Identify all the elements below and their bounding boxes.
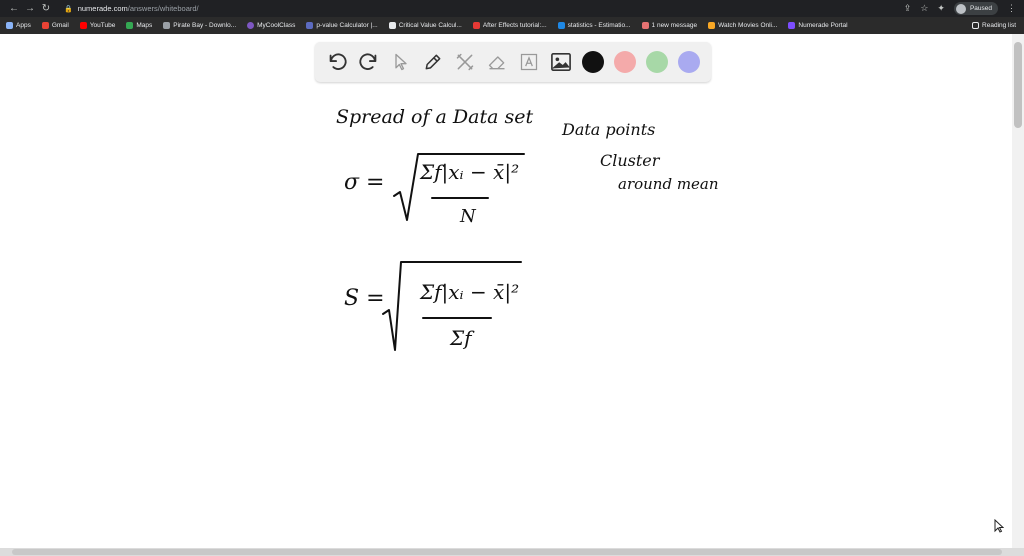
note-around-mean: around mean xyxy=(618,175,719,193)
url-path: /answers/whiteboard/ xyxy=(127,4,199,13)
heading-text: Spread of a Data set xyxy=(336,106,534,128)
horizontal-scrollbar[interactable] xyxy=(0,548,1024,556)
page-icon xyxy=(388,22,396,29)
vertical-scrollbar[interactable] xyxy=(1012,34,1024,548)
stackexchange-icon xyxy=(557,22,565,29)
vertical-scroll-thumb[interactable] xyxy=(1014,42,1022,128)
lock-icon: 🔒 xyxy=(64,5,73,13)
after-effects-icon xyxy=(472,22,480,29)
bookmark-mycoolclass[interactable]: MyCoolClass xyxy=(247,22,295,29)
formula1-lhs: σ = xyxy=(344,170,385,195)
formula2-denominator: Σf xyxy=(450,326,472,350)
menu-icon[interactable]: ⋮ xyxy=(1007,3,1016,14)
message-icon xyxy=(641,22,649,29)
profile-button[interactable]: Paused xyxy=(953,2,998,15)
maps-icon xyxy=(126,22,134,29)
numerade-icon xyxy=(788,22,796,29)
movies-icon xyxy=(708,22,716,29)
formula1-denominator: N xyxy=(460,206,476,227)
pointer-icon xyxy=(395,53,407,71)
note-data-points: Data points xyxy=(562,120,656,139)
mouse-cursor-icon xyxy=(994,519,1004,533)
pointer-button[interactable] xyxy=(388,49,414,75)
tools-icon xyxy=(456,53,474,71)
profile-status: Paused xyxy=(969,5,992,12)
bookmarks-bar: Apps Gmail YouTube Maps Pirate Bay - Dow… xyxy=(0,17,1024,34)
tools-button[interactable] xyxy=(452,49,478,75)
bookmark-apps[interactable]: Apps xyxy=(6,22,31,29)
reading-list-icon xyxy=(972,22,980,29)
pen-icon xyxy=(425,54,441,70)
color-swatch-purple xyxy=(678,51,700,73)
bookmark-numerade-portal[interactable]: Numerade Portal xyxy=(788,22,848,29)
share-icon[interactable]: ⇪ xyxy=(904,3,912,14)
eraser-button[interactable] xyxy=(484,49,510,75)
horizontal-scroll-thumb[interactable] xyxy=(12,549,1002,555)
bookmark-new-message[interactable]: 1 new message xyxy=(641,22,697,29)
image-icon xyxy=(551,53,571,71)
color-swatch-pink xyxy=(614,51,636,73)
redo-icon xyxy=(359,53,377,70)
youtube-icon xyxy=(79,22,87,29)
bookmark-statistics[interactable]: statistics - Estimatio... xyxy=(557,22,631,29)
bookmark-youtube[interactable]: YouTube xyxy=(79,22,115,29)
undo-icon xyxy=(329,53,347,70)
color-black-button[interactable] xyxy=(580,49,606,75)
bookmark-gmail[interactable]: Gmail xyxy=(41,22,69,29)
color-pink-button[interactable] xyxy=(612,49,638,75)
back-icon[interactable]: ← xyxy=(6,3,22,14)
color-swatch-green xyxy=(646,51,668,73)
formula2-lhs: S = xyxy=(344,286,385,311)
star-icon[interactable]: ☆ xyxy=(920,3,928,14)
gmail-icon xyxy=(41,22,49,29)
reading-list-button[interactable]: Reading list xyxy=(972,22,1016,29)
color-swatch-black xyxy=(582,51,604,73)
extensions-icon[interactable]: ✦ xyxy=(937,3,945,14)
whiteboard-page: Spread of a Data set Data points Cluster… xyxy=(0,34,1024,548)
url-host: numerade.com xyxy=(77,4,128,13)
p-value-icon xyxy=(306,22,314,29)
undo-button[interactable] xyxy=(324,49,350,75)
image-button[interactable] xyxy=(548,49,574,75)
reload-icon[interactable]: ↻ xyxy=(38,3,54,14)
formula2-numerator: Σf|xᵢ − x̄|² xyxy=(420,280,520,304)
note-cluster: Cluster xyxy=(600,151,660,170)
pen-button[interactable] xyxy=(420,49,446,75)
page-icon xyxy=(163,22,171,29)
formula1-numerator: Σf|xᵢ − x̄|² xyxy=(420,160,520,184)
eraser-icon xyxy=(488,56,505,70)
mycoolclass-icon xyxy=(247,22,255,29)
bookmark-critical-value[interactable]: Critical Value Calcul... xyxy=(388,22,462,29)
color-green-button[interactable] xyxy=(644,49,670,75)
url-field[interactable]: 🔒 numerade.com/answers/whiteboard/ xyxy=(64,2,904,15)
bookmark-pirate-bay[interactable]: Pirate Bay - Downlo... xyxy=(163,22,236,29)
bookmark-p-value-calculator[interactable]: p-value Calculator |... xyxy=(306,22,378,29)
text-icon xyxy=(520,53,538,71)
apps-grid-icon xyxy=(6,22,13,29)
whiteboard-toolbar xyxy=(315,42,711,82)
bookmark-maps[interactable]: Maps xyxy=(126,22,152,29)
text-button[interactable] xyxy=(516,49,542,75)
bookmark-watch-movies[interactable]: Watch Movies Onli... xyxy=(708,22,777,29)
bookmark-after-effects[interactable]: After Effects tutorial:... xyxy=(472,22,547,29)
whiteboard-canvas[interactable]: Spread of a Data set Data points Cluster… xyxy=(0,34,1012,548)
color-purple-button[interactable] xyxy=(676,49,702,75)
browser-address-bar: ← → ↻ 🔒 numerade.com/answers/whiteboard/… xyxy=(0,0,1024,17)
redo-button[interactable] xyxy=(356,49,382,75)
forward-icon[interactable]: → xyxy=(22,3,38,14)
avatar xyxy=(955,3,966,14)
